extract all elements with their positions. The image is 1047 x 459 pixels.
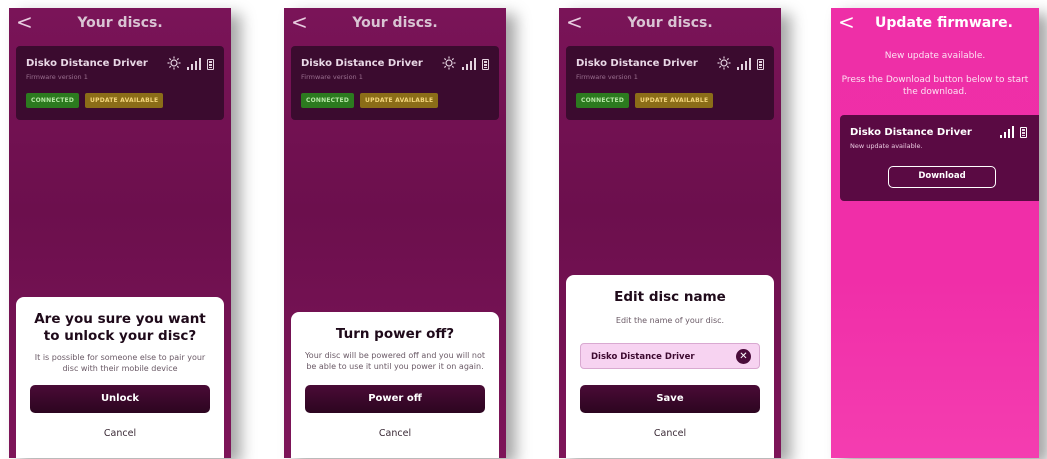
edit-name-dialog: Edit disc name Edit the name of your dis… <box>566 275 774 458</box>
cancel-button[interactable]: Cancel <box>566 428 774 439</box>
top-bar: < Update firmware. <box>831 8 1039 38</box>
disc-name-field[interactable]: ✕ <box>580 343 760 370</box>
screen-power-off: < Your discs. Disko Distance Driver Firm… <box>284 8 506 458</box>
device-status-icons <box>442 56 489 70</box>
signal-icon <box>462 58 476 70</box>
device-status-icons <box>167 56 214 70</box>
screen-update-firmware: < Update firmware. New update available.… <box>831 8 1039 458</box>
device-status-icons <box>1000 126 1027 138</box>
dialog-message: Your disc will be powered off and you wi… <box>304 351 486 371</box>
gear-icon[interactable] <box>167 56 181 70</box>
firmware-version: Firmware version 1 <box>26 73 88 81</box>
dialog-title: Turn power off? <box>335 326 455 342</box>
status-badge-update[interactable]: UPDATE AVAILABLE <box>360 93 439 108</box>
power-off-button[interactable]: Power off <box>305 385 485 413</box>
update-status: New update available. <box>850 142 923 150</box>
unlock-button[interactable]: Unlock <box>30 385 210 413</box>
save-button[interactable]: Save <box>580 385 760 413</box>
dialog-message: Edit the name of your disc. <box>615 316 725 325</box>
top-bar: < Your discs. <box>559 8 781 38</box>
device-card[interactable]: Disko Distance Driver Firmware version 1… <box>291 46 499 120</box>
confirm-dialog: Turn power off? Your disc will be powere… <box>291 312 499 458</box>
cancel-button[interactable]: Cancel <box>16 428 224 439</box>
battery-icon <box>482 59 489 70</box>
status-badge-connected: CONNECTED <box>576 93 630 108</box>
confirm-dialog: Are you sure you want to unlock your dis… <box>16 297 224 458</box>
signal-icon <box>1000 126 1014 138</box>
device-name: Disko Distance Driver <box>301 58 423 69</box>
page-title: Your discs. <box>77 15 163 31</box>
device-name: Disko Distance Driver <box>26 58 148 69</box>
status-badge-update[interactable]: UPDATE AVAILABLE <box>85 93 164 108</box>
signal-icon <box>737 58 751 70</box>
status-badge-connected: CONNECTED <box>301 93 355 108</box>
update-notice: New update available. <box>884 51 986 61</box>
top-bar: < Your discs. <box>284 8 506 38</box>
close-circle-icon[interactable]: ✕ <box>736 349 751 364</box>
status-badge-update[interactable]: UPDATE AVAILABLE <box>635 93 714 108</box>
device-card[interactable]: Disko Distance Driver Firmware version 1… <box>16 46 224 120</box>
screen-unlock: < Your discs. Disko Distance Driver Firm… <box>9 8 231 458</box>
cancel-button[interactable]: Cancel <box>291 428 499 439</box>
screen-edit-name: < Your discs. Disko Distance Driver Firm… <box>559 8 781 458</box>
page-title: Your discs. <box>627 15 713 31</box>
download-button[interactable]: Download <box>888 166 996 188</box>
dialog-message: It is possible for someone else to pair … <box>34 353 206 373</box>
dialog-title: Are you sure you want to unlock your dis… <box>34 311 206 344</box>
firmware-version: Firmware version 1 <box>301 73 363 81</box>
dialog-title: Edit disc name <box>614 289 726 305</box>
device-card: Disko Distance Driver New update availab… <box>840 115 1039 201</box>
device-card[interactable]: Disko Distance Driver Firmware version 1… <box>566 46 774 120</box>
download-instructions: Press the Download button below to start… <box>841 75 1029 97</box>
device-status-icons <box>717 56 764 70</box>
battery-icon <box>757 59 764 70</box>
gear-icon[interactable] <box>717 56 731 70</box>
disc-name-input[interactable] <box>589 344 733 370</box>
status-badge-connected: CONNECTED <box>26 93 80 108</box>
firmware-version: Firmware version 1 <box>576 73 638 81</box>
status-badges: CONNECTED UPDATE AVAILABLE <box>576 93 714 108</box>
status-badges: CONNECTED UPDATE AVAILABLE <box>301 93 439 108</box>
battery-icon <box>207 59 214 70</box>
top-bar: < Your discs. <box>9 8 231 38</box>
status-badges: CONNECTED UPDATE AVAILABLE <box>26 93 164 108</box>
battery-icon <box>1020 127 1027 138</box>
page-title: Your discs. <box>352 15 438 31</box>
page-title: Update firmware. <box>875 15 1013 31</box>
gear-icon[interactable] <box>442 56 456 70</box>
device-name: Disko Distance Driver <box>576 58 698 69</box>
signal-icon <box>187 58 201 70</box>
device-name: Disko Distance Driver <box>850 127 972 138</box>
